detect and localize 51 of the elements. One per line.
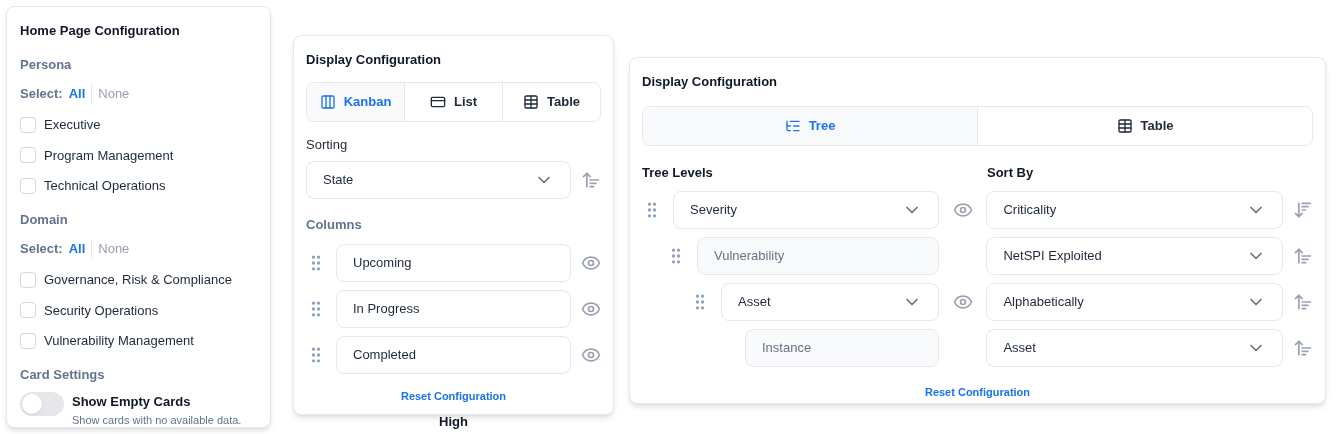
field-label: Sorting [306, 135, 349, 154]
dropdown-select[interactable]: State [306, 161, 571, 199]
dropdown-select[interactable]: Severity [673, 191, 940, 229]
checkbox-label: Program Management [44, 146, 174, 165]
table-icon [523, 93, 539, 110]
column-heading: Tree Levels [642, 163, 714, 182]
view-tab[interactable]: Table [502, 82, 600, 121]
reset-configuration-link[interactable]: Reset Configuration [400, 387, 507, 404]
toggle-switch[interactable] [20, 392, 64, 416]
select-label: Select: [20, 240, 63, 259]
view-tab[interactable]: Tree [643, 106, 977, 145]
sort-descending-icon[interactable] [1293, 200, 1313, 220]
sort-ascending-icon[interactable] [581, 170, 601, 190]
eye-icon[interactable] [952, 292, 973, 312]
section-heading: Persona [20, 55, 73, 74]
select-all-link[interactable]: All [68, 84, 86, 104]
view-tab[interactable]: Table [977, 106, 1312, 145]
checkbox[interactable] [20, 271, 36, 288]
reset-configuration-link[interactable]: Reset Configuration [924, 384, 1031, 401]
section-heading: Card Settings [20, 365, 106, 384]
column-name-field[interactable]: In Progress [336, 289, 571, 328]
columns-icon [319, 93, 336, 110]
panel-title: Home Page Configuration [20, 22, 181, 40]
eye-icon[interactable] [952, 200, 973, 220]
column-name-field[interactable]: Upcoming [336, 243, 571, 282]
panel-title: Display Configuration [306, 51, 443, 69]
column-name-field[interactable]: Completed [336, 335, 571, 374]
section-heading: Columns [306, 216, 363, 234]
background-text: High [439, 415, 468, 429]
level-field: Instance [745, 329, 940, 367]
checkbox[interactable] [20, 116, 36, 133]
checkbox[interactable] [20, 147, 36, 164]
toggle-label: Show Empty Cards [72, 393, 192, 411]
checkbox-label: Technical Operations [44, 177, 166, 195]
view-tab[interactable]: Kanban [307, 82, 404, 121]
checkbox[interactable] [20, 177, 36, 194]
panel-title: Display Configuration [642, 73, 779, 91]
checkbox[interactable] [20, 332, 36, 349]
checkbox-label: Security Operations [44, 301, 159, 320]
select-label: Select: [20, 85, 63, 104]
checkbox-label: Vulnerability Management [44, 332, 194, 350]
checkbox-label: Executive [44, 116, 101, 134]
checkbox-label: Governance, Risk & Compliance [44, 271, 232, 289]
toggle-description: Show cards with no available data. [72, 412, 242, 428]
table-icon [1116, 117, 1133, 134]
section-heading: Domain [20, 210, 69, 229]
select-all-link[interactable]: All [68, 239, 86, 259]
column-heading: Sort By [987, 163, 1034, 182]
dropdown-select[interactable]: Criticality [986, 191, 1284, 229]
checkbox[interactable] [20, 302, 36, 319]
level-field: Vulnerability [697, 237, 940, 275]
